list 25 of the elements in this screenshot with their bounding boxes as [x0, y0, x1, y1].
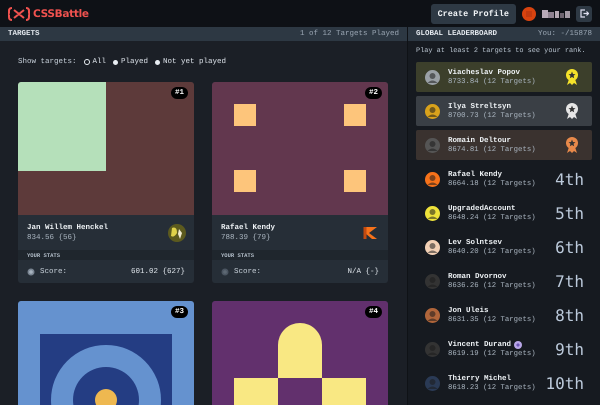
rank-number: 4th [555, 170, 584, 188]
logout-button[interactable] [576, 6, 592, 22]
rank-number: 5th [555, 204, 584, 222]
create-profile-button[interactable]: Create Profile [430, 4, 516, 24]
logo-text: CSSBattle [33, 8, 89, 20]
logout-icon [580, 9, 588, 18]
logo-icon [8, 6, 30, 20]
avatar-icon [425, 376, 440, 390]
rank-number: 9th [555, 340, 584, 358]
rank-number: 8th [555, 306, 584, 324]
avatar-icon [168, 224, 186, 242]
avatar-icon[interactable] [522, 6, 536, 20]
avatar-icon [425, 342, 440, 356]
avatar-icon [425, 240, 440, 254]
avatar-icon [425, 104, 440, 118]
rank-number: 10th [545, 374, 584, 392]
avatar-icon [425, 138, 440, 152]
avatar-icon [425, 206, 440, 220]
blurred-username-drawing [542, 8, 570, 18]
avatar-icon [425, 70, 440, 84]
avatar-icon [425, 274, 440, 288]
rank-number: 7th [555, 272, 584, 290]
avatar-icon [425, 308, 440, 322]
rank-number: 6th [555, 238, 584, 256]
avatar-icon [425, 172, 440, 186]
